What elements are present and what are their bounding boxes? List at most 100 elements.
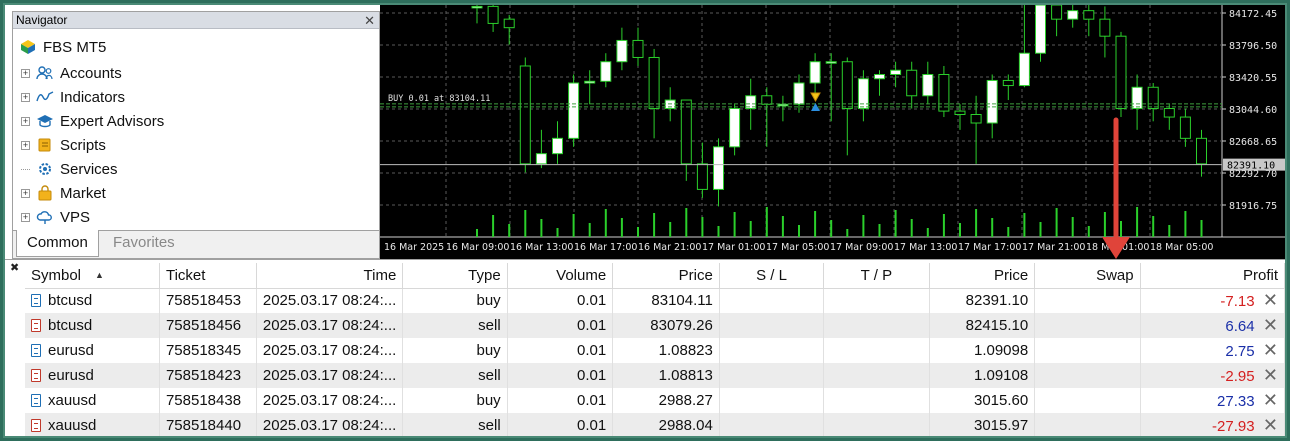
bull-candle	[713, 146, 724, 190]
tree-item-label: Market	[60, 184, 106, 202]
symbol-text: eurusd	[48, 342, 94, 359]
cell-tp[interactable]	[823, 363, 930, 388]
current-price-label: 82391.10	[1227, 161, 1275, 172]
bear-candle	[1083, 10, 1095, 20]
cell-current-price: 3015.97	[929, 413, 1036, 436]
time-label: 17 Mar 17:00	[958, 242, 1021, 253]
col-ticket[interactable]: Ticket	[159, 263, 257, 289]
price-label: 83796.50	[1229, 41, 1277, 52]
close-position-icon[interactable]: ✕	[1263, 415, 1278, 435]
scripts-icon	[36, 136, 54, 154]
table-row[interactable]: btcusd 758518456 2025.03.17 08:24:... sell 0…	[25, 313, 1285, 338]
time-label: 16 Mar 2025	[384, 242, 444, 253]
tree-item-indicators[interactable]: + Indicators	[21, 85, 125, 109]
close-position-icon[interactable]: ✕	[1263, 390, 1278, 410]
cell-sl[interactable]	[719, 388, 825, 413]
expand-icon[interactable]: +	[21, 212, 30, 222]
cell-tp[interactable]	[823, 388, 930, 413]
table-row[interactable]: btcusd 758518453 2025.03.17 08:24:... buy 0.…	[25, 288, 1285, 313]
time-label: 16 Mar 09:00	[446, 242, 509, 253]
sort-ascending-icon: ▲	[95, 269, 104, 280]
col-symbol[interactable]: Symbol ▲	[25, 263, 160, 289]
tree-item-vps[interactable]: + VPS	[21, 205, 90, 229]
close-position-icon[interactable]: ✕	[1263, 290, 1278, 310]
price-chart[interactable]: 84172.45 83796.50 83420.55 83044.60 82668.65…	[380, 5, 1285, 259]
tree-item-expert-advisors[interactable]: + Expert Advisors	[21, 109, 164, 133]
close-position-icon[interactable]: ✕	[1263, 365, 1278, 385]
expand-icon[interactable]: +	[21, 116, 30, 126]
table-row[interactable]: eurusd 758518345 2025.03.17 08:24:... buy 0.…	[25, 338, 1285, 363]
bull-candle	[535, 153, 547, 165]
navigator-tree: FBS MT5 + Accounts + Indicators + Expert Advi…	[13, 30, 379, 226]
expert-advisors-icon	[36, 112, 54, 130]
tab-common[interactable]: Common	[16, 230, 99, 257]
cell-symbol: xauusd	[25, 388, 160, 413]
col-volume[interactable]: Volume	[507, 263, 614, 289]
close-icon[interactable]: ✕	[364, 12, 375, 29]
table-row[interactable]: eurusd 758518423 2025.03.17 08:24:... sell 0…	[25, 363, 1285, 388]
col-swap[interactable]: Swap	[1034, 263, 1141, 289]
time-label: 17 Mar 13:00	[894, 242, 957, 253]
cell-tp[interactable]	[823, 288, 930, 313]
cell-sl[interactable]	[719, 338, 825, 363]
bear-candle	[1115, 35, 1127, 110]
bull-candle	[922, 73, 934, 97]
cell-tp[interactable]	[823, 338, 930, 363]
navigator-tabs: Common Favorites	[13, 230, 379, 258]
col-type[interactable]: Type	[402, 263, 508, 289]
time-label: 16 Mar 13:00	[510, 242, 573, 253]
expand-icon[interactable]: +	[21, 68, 30, 78]
profit-value: -27.93	[1212, 418, 1255, 435]
cell-price: 2988.27	[612, 388, 720, 413]
cell-sl[interactable]	[719, 413, 825, 436]
profit-value: -2.95	[1220, 368, 1255, 385]
cell-symbol: eurusd	[25, 338, 160, 363]
profit-value: 6.64	[1225, 318, 1255, 335]
bear-candle	[680, 99, 692, 165]
tree-item-accounts[interactable]: + Accounts	[21, 61, 122, 85]
table-row[interactable]: xauusd 758518440 2025.03.17 08:24:... sell 0…	[25, 413, 1285, 436]
cell-sl[interactable]	[719, 363, 825, 388]
expand-icon[interactable]: +	[21, 188, 30, 198]
price-label: 83420.55	[1229, 73, 1277, 84]
expand-icon[interactable]: +	[21, 140, 30, 150]
close-position-icon[interactable]: ✕	[1263, 340, 1278, 360]
price-label: 81916.75	[1229, 201, 1277, 212]
trade-table: Symbol ▲ Ticket Time Type Volume Price S …	[25, 263, 1285, 436]
trade-entry-marker-icon	[810, 92, 821, 103]
terminal-window: Navigator ✕ FBS MT5 + Accounts + Indicators…	[3, 3, 1287, 438]
tree-item-scripts[interactable]: + Scripts	[21, 133, 106, 157]
tree-item-market[interactable]: + Market	[21, 181, 106, 205]
col-tp[interactable]: T / P	[823, 263, 930, 289]
tree-item-label: Services	[60, 160, 118, 178]
col-time[interactable]: Time	[256, 263, 404, 289]
cell-swap	[1034, 363, 1141, 388]
col-sl[interactable]: S / L	[719, 263, 825, 289]
cell-swap	[1034, 288, 1141, 313]
table-row[interactable]: xauusd 758518438 2025.03.17 08:24:... buy 0.…	[25, 388, 1285, 413]
cell-sl[interactable]	[719, 313, 825, 338]
cell-sl[interactable]	[719, 288, 825, 313]
toolbox-close-icon[interactable]: ✖	[10, 261, 19, 274]
col-profit[interactable]: Profit	[1140, 263, 1285, 289]
cell-profit: 2.75 ✕	[1140, 338, 1285, 363]
close-position-icon[interactable]: ✕	[1263, 315, 1278, 335]
bull-candle	[471, 5, 483, 9]
bear-candle	[970, 113, 982, 124]
cell-tp[interactable]	[823, 313, 930, 338]
col-price[interactable]: Price	[612, 263, 720, 289]
tree-item-services[interactable]: Services	[21, 157, 118, 181]
price-label: 83044.60	[1229, 105, 1277, 116]
cell-swap	[1034, 388, 1141, 413]
tab-favorites[interactable]: Favorites	[103, 230, 185, 257]
bull-candle	[616, 39, 628, 63]
cell-profit: 27.33 ✕	[1140, 388, 1285, 413]
cell-current-price: 3015.60	[929, 388, 1036, 413]
tree-item-label: Indicators	[60, 88, 126, 106]
col-current-price[interactable]: Price	[929, 263, 1036, 289]
cell-tp[interactable]	[823, 413, 930, 436]
bear-candle	[1196, 137, 1207, 165]
tree-root-account[interactable]: FBS MT5	[19, 36, 106, 58]
expand-icon[interactable]: +	[21, 92, 30, 102]
time-label: 17 Mar 09:00	[830, 242, 893, 253]
